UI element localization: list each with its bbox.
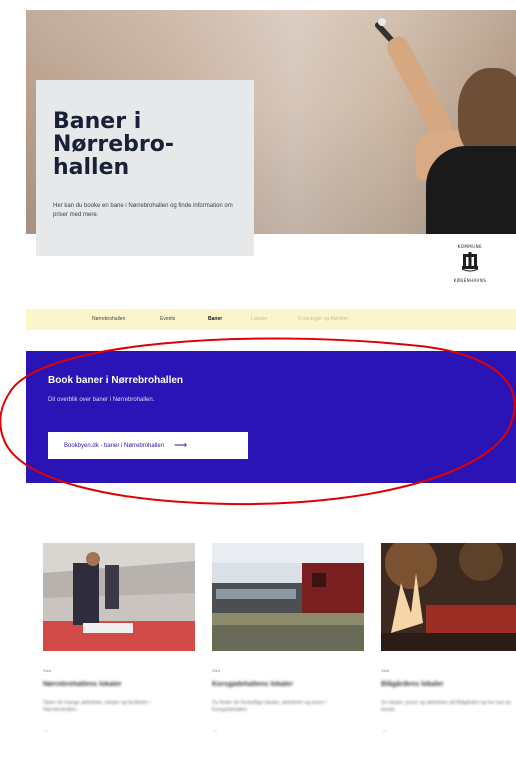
nav-item-events[interactable]: Events — [160, 316, 175, 322]
card-text: Se lokaler, priser og aktiviteter på Blå… — [381, 700, 512, 713]
player-body — [426, 146, 516, 234]
nav-item-norrebrohallen[interactable]: Nørrebrohallen — [92, 316, 125, 322]
logo-text-top: KOMMUNE — [458, 244, 482, 249]
arrow-right-icon: ⟶ — [174, 440, 187, 450]
card-title[interactable]: Nørrebrohallens lokaler — [43, 681, 195, 688]
card-title[interactable]: Blågårdens lokaler — [381, 681, 516, 688]
card-text: Du finder de forskellige lokaler, aktivi… — [212, 700, 327, 713]
card-korsgadehallen[interactable]: Sted Korsgadehallens lokaler Du finder d… — [212, 543, 364, 734]
card-arrow-link[interactable]: → — [212, 728, 364, 734]
nav-item-baner[interactable]: Baner — [208, 316, 222, 322]
nav-item-lokaler[interactable]: Lokaler — [251, 316, 267, 322]
page-title-line-3: hallen — [53, 155, 130, 180]
nav-item-foreninger[interactable]: Foreninger og Aktivitet — [298, 316, 348, 322]
page-title-line-2: Nørrebro- — [53, 132, 174, 157]
card-norrebrohallen[interactable]: Sted Nørrebrohallens lokaler Oplev de ma… — [43, 543, 195, 734]
kobenhavns-kommune-crest-icon[interactable]: KOMMUNE KØBENHAVNS — [450, 240, 490, 286]
card-arrow-link[interactable]: → — [43, 728, 195, 734]
booking-banner: Book baner i Nørrebrohallen Dit overblik… — [26, 351, 516, 483]
hero-card: Baner i Nørrebro- hallen Her kan du book… — [36, 80, 254, 256]
card-arrow-link[interactable]: → — [381, 728, 516, 734]
card-image — [43, 543, 195, 651]
bookbyen-link-label: Bookbyen.dk - baner i Nørrebrohallen — [64, 442, 165, 449]
page-title-line-1: Baner i — [53, 109, 142, 134]
page-title: Baner i Nørrebro- hallen — [53, 110, 243, 179]
bookbyen-link-button[interactable]: Bookbyen.dk - baner i Nørrebrohallen ⟶ — [48, 432, 248, 459]
card-image — [381, 537, 516, 651]
card-blagarden[interactable]: Sted Blågårdens lokaler Se lokaler, pris… — [381, 537, 516, 734]
banner-subtitle: Dit overblik over baner i Nørrebrohallen… — [48, 397, 155, 403]
shuttlecock — [378, 18, 386, 26]
card-tag: Sted — [381, 668, 390, 673]
card-title[interactable]: Korsgadehallens lokaler — [212, 681, 364, 688]
card-image — [212, 543, 364, 651]
banner-title: Book baner i Nørrebrohallen — [48, 375, 184, 386]
hero-description: Her kan du booke en bane i Nørrebrohalle… — [53, 203, 233, 218]
card-tag: Sted — [212, 668, 221, 673]
sub-navigation: Nørrebrohallen Events Baner Lokaler Fore… — [26, 309, 516, 330]
card-text: Oplev de mange aktiviteter, lokaler og f… — [43, 700, 151, 713]
card-tag: Sted — [43, 668, 52, 673]
logo-text-bottom: KØBENHAVNS — [454, 278, 487, 283]
